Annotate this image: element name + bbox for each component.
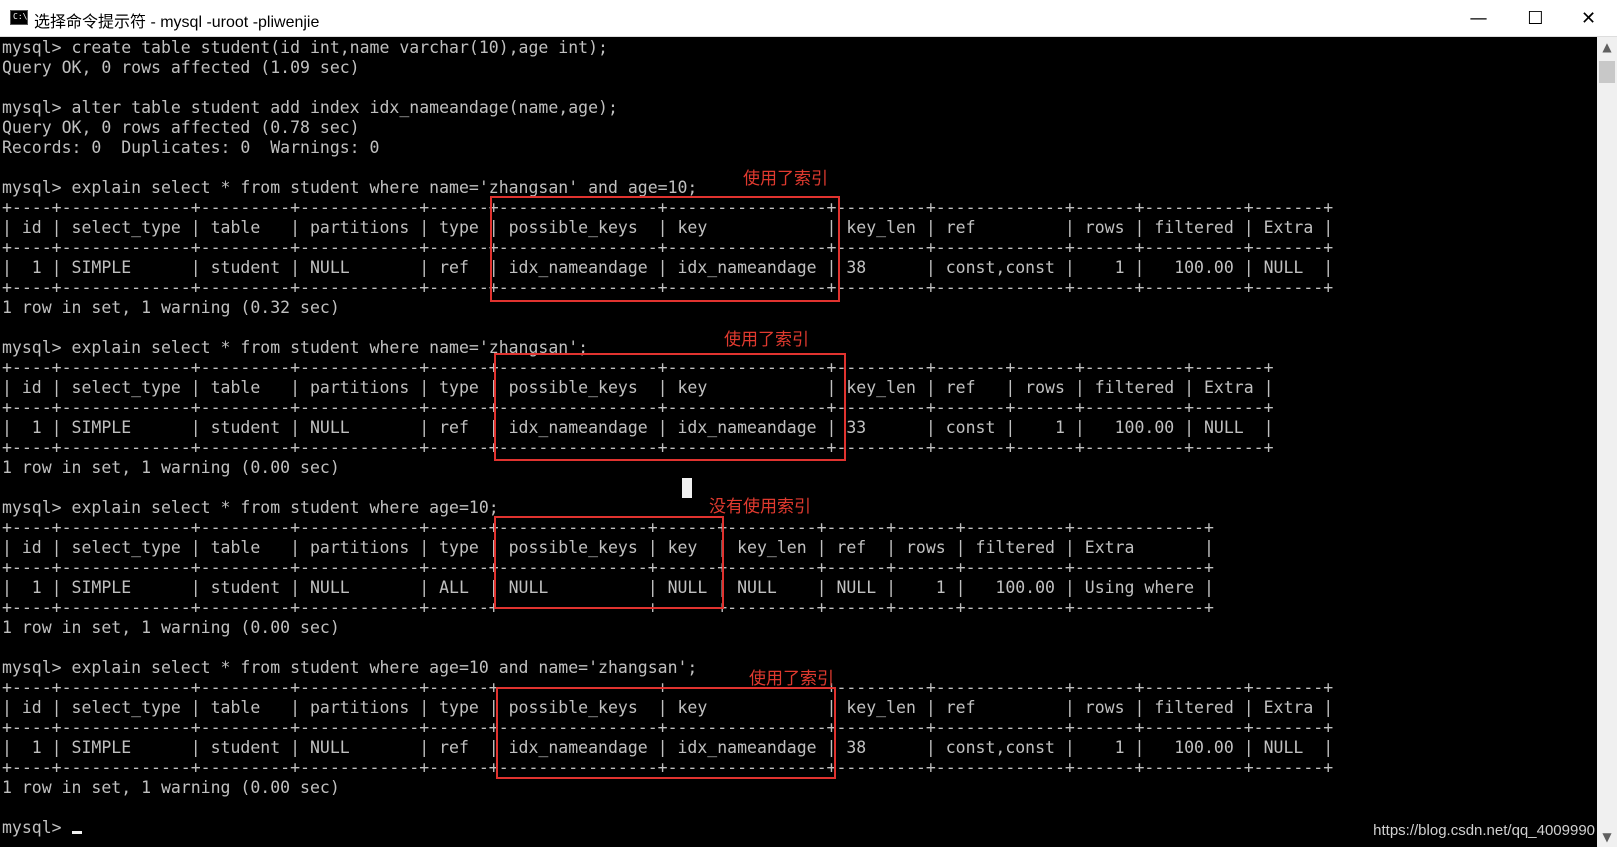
cmd-app-icon[interactable]: C:\ (10, 10, 28, 25)
watermark: https://blog.csdn.net/qq_4009990 (1373, 822, 1595, 839)
title-bar[interactable]: C:\ 选择命令提示符 - mysql -uroot -pliwenjie — … (0, 0, 1617, 37)
text-caret (72, 831, 82, 834)
console-line: mysql> explain select * from student whe… (2, 498, 499, 517)
close-icon: ✕ (1580, 8, 1597, 29)
console-line: 1 row in set, 1 warning (0.00 sec) (2, 778, 340, 797)
scroll-up-arrow-icon[interactable]: ▲ (1597, 37, 1617, 57)
close-button[interactable]: ✕ (1560, 0, 1617, 37)
console-line: mysql> explain select * from student whe… (2, 178, 698, 197)
maximize-icon: ☐ (1527, 8, 1544, 29)
console-line: Query OK, 0 rows affected (0.78 sec) (2, 118, 360, 137)
annotation-used-index: 使用了索引 (749, 669, 834, 689)
scrollbar-thumb[interactable] (1599, 61, 1615, 83)
vertical-scrollbar[interactable]: ▲ ▼ (1597, 37, 1617, 847)
console-line: mysql> explain select * from student whe… (2, 658, 698, 677)
minimize-button[interactable]: — (1450, 0, 1507, 37)
console-line: mysql> alter table student add index idx… (2, 98, 618, 117)
console-line: 1 row in set, 1 warning (0.32 sec) (2, 298, 340, 317)
console-line: Records: 0 Duplicates: 0 Warnings: 0 (2, 138, 380, 157)
maximize-button[interactable]: ☐ (1507, 0, 1564, 37)
annotation-used-index: 使用了索引 (743, 169, 828, 189)
highlight-box (494, 353, 846, 461)
highlight-box (494, 516, 724, 609)
mouse-cursor-block (682, 478, 692, 498)
console-line: Query OK, 0 rows affected (1.09 sec) (2, 58, 360, 77)
annotation-used-index: 使用了索引 (724, 330, 809, 350)
console-line: 1 row in set, 1 warning (0.00 sec) (2, 458, 340, 477)
cmd-icon-text: C:\ (13, 12, 28, 21)
highlight-box (490, 196, 840, 302)
console-line: mysql> create table student(id int,name … (2, 38, 608, 57)
minimize-icon: — (1469, 8, 1488, 29)
scroll-down-arrow-icon[interactable]: ▼ (1597, 827, 1617, 847)
annotation-no-index: 没有使用索引 (709, 497, 811, 517)
window-title: 选择命令提示符 - mysql -uroot -pliwenjie (34, 14, 320, 31)
console-line: 1 row in set, 1 warning (0.00 sec) (2, 618, 340, 637)
highlight-box (496, 687, 836, 779)
command-prompt[interactable]: mysql> (2, 818, 72, 838)
command-prompt-window: C:\ 选择命令提示符 - mysql -uroot -pliwenjie — … (0, 0, 1617, 847)
